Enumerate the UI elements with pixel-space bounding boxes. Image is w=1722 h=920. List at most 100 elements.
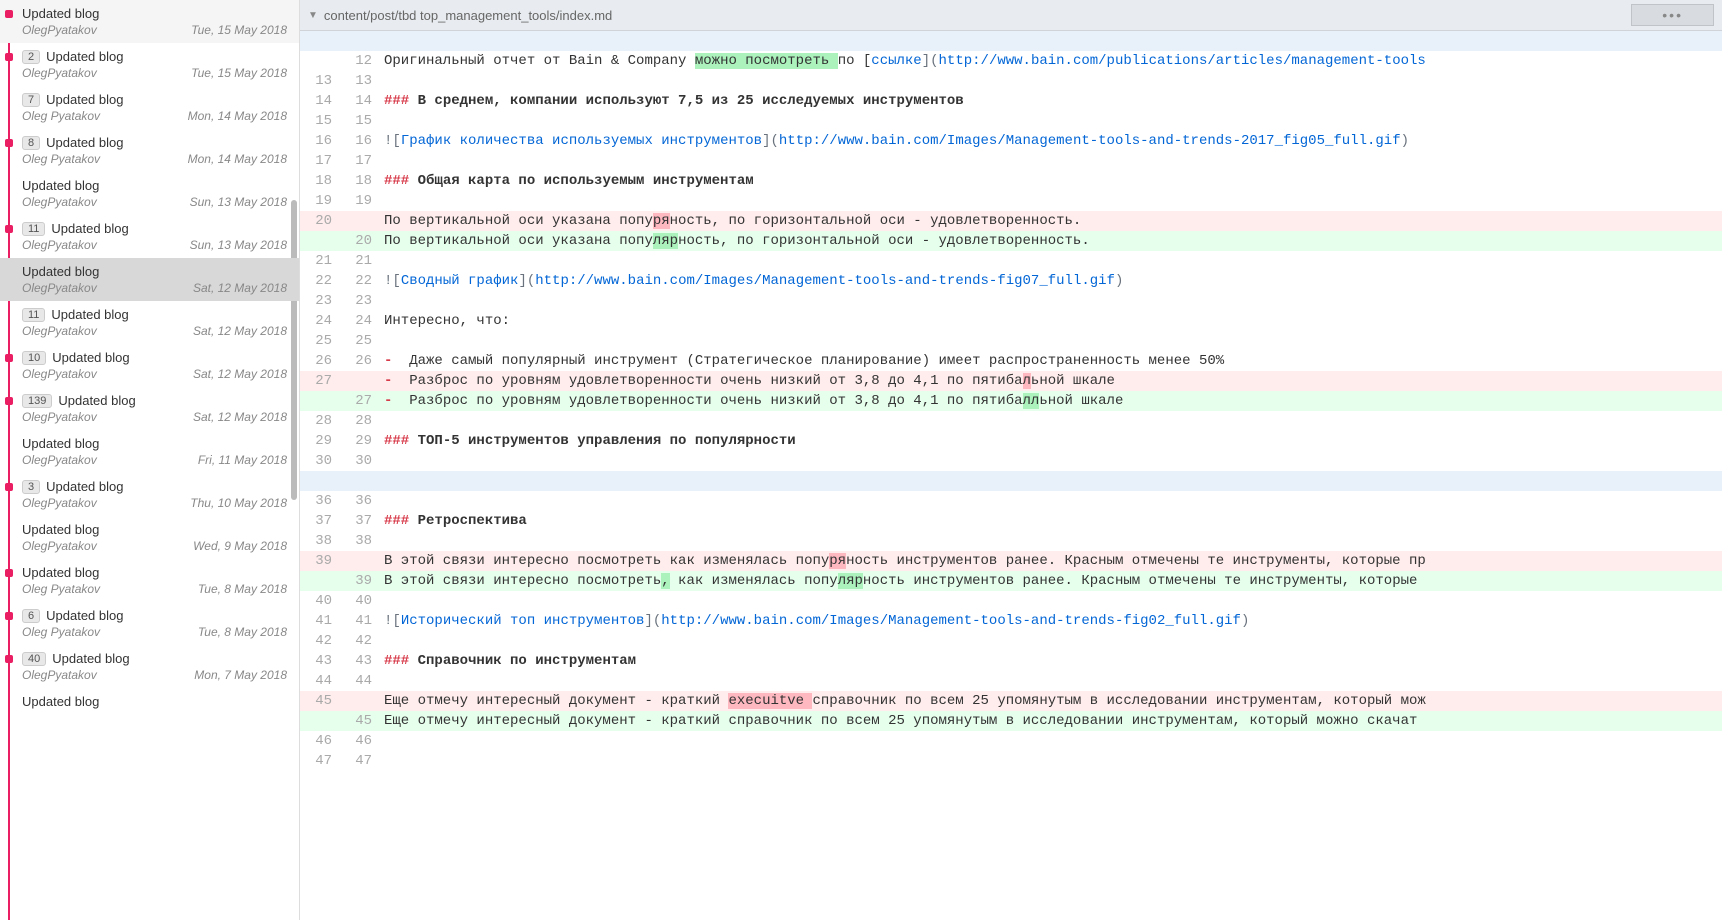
collapse-arrow-icon[interactable]: ▼ [308, 10, 318, 21]
line-number-new: 13 [340, 71, 380, 91]
app-root: Updated blogOlegPyatakovTue, 15 May 2018… [0, 0, 1722, 920]
line-number-new: 23 [340, 291, 380, 311]
diff-line: 20По вертикальной оси указана популярнос… [300, 231, 1722, 251]
commit-author: OlegPyatakov [22, 23, 97, 37]
commit-item[interactable]: 3Updated blogOlegPyatakovThu, 10 May 201… [0, 473, 299, 516]
diff-content [380, 111, 1722, 131]
line-number-new: 18 [340, 171, 380, 191]
commit-dot-icon [5, 354, 13, 362]
diff-line: 3030 [300, 451, 1722, 471]
commit-author: OlegPyatakov [22, 238, 97, 252]
commit-item[interactable]: Updated blog OlegPyatakovWed, 9 May 2018 [0, 516, 299, 559]
diff-line: 20По вертикальной оси указана попуряност… [300, 211, 1722, 231]
diff-line [300, 31, 1722, 51]
diff-content: ### В среднем, компании используют 7,5 и… [380, 91, 1722, 111]
line-number-old [300, 571, 340, 591]
commit-sidebar: Updated blogOlegPyatakovTue, 15 May 2018… [0, 0, 300, 920]
commit-meta: OlegPyatakovTue, 15 May 2018 [22, 66, 287, 80]
line-number-old: 21 [300, 251, 340, 271]
diff-line: 4040 [300, 591, 1722, 611]
diff-line: 2121 [300, 251, 1722, 271]
commit-item[interactable]: 10Updated blogOlegPyatakovSat, 12 May 20… [0, 344, 299, 387]
line-number-new: 47 [340, 751, 380, 771]
line-number-new: 30 [340, 451, 380, 471]
line-number-old: 16 [300, 131, 340, 151]
commit-item[interactable]: 11Updated blogOlegPyatakovSat, 12 May 20… [0, 301, 299, 344]
commit-item[interactable]: 6Updated blogOleg PyatakovTue, 8 May 201… [0, 602, 299, 645]
commit-title-row: 40Updated blog [22, 651, 287, 666]
commit-item[interactable]: 2Updated blogOlegPyatakovTue, 15 May 201… [0, 43, 299, 86]
commit-title: Updated blog [22, 178, 99, 193]
file-header[interactable]: ▼ content/post/tbd top_management_tools/… [300, 0, 1722, 31]
line-number-old: 22 [300, 271, 340, 291]
diff-content: Оригинальный отчет от Bain & Company мож… [380, 51, 1722, 71]
diff-content [380, 31, 1722, 51]
diff-content: ![Исторический топ инструментов](http://… [380, 611, 1722, 631]
commit-meta: OlegPyatakovSun, 13 May 2018 [22, 238, 287, 252]
diff-content [380, 731, 1722, 751]
diff-content: По вертикальной оси указана популярность… [380, 231, 1722, 251]
commit-item[interactable]: 139Updated blogOlegPyatakovSat, 12 May 2… [0, 387, 299, 430]
commit-item[interactable]: Updated blogOlegPyatakovTue, 15 May 2018 [0, 0, 299, 43]
commit-title-row: Updated blog [22, 264, 287, 279]
line-number-old: 26 [300, 351, 340, 371]
commit-title-row: Updated blog [22, 522, 287, 537]
commit-item[interactable]: 40Updated blogOlegPyatakovMon, 7 May 201… [0, 645, 299, 688]
line-number-old: 14 [300, 91, 340, 111]
diff-line: 2828 [300, 411, 1722, 431]
diff-content [380, 251, 1722, 271]
diff-line: 12Оригинальный отчет от Bain & Company м… [300, 51, 1722, 71]
commit-date: Thu, 10 May 2018 [190, 496, 287, 510]
diff-line: 4141![Исторический топ инструментов](htt… [300, 611, 1722, 631]
diff-line: 1919 [300, 191, 1722, 211]
commit-title: Updated blog [22, 694, 99, 709]
commit-item[interactable]: Updated blog OlegPyatakovSun, 13 May 2018 [0, 172, 299, 215]
commit-dot-icon [5, 483, 13, 491]
diff-content [380, 411, 1722, 431]
commit-item[interactable]: 11Updated blogOlegPyatakovSun, 13 May 20… [0, 215, 299, 258]
commit-item[interactable]: Updated blogOlegPyatakovSat, 12 May 2018 [0, 258, 299, 301]
commit-title: Updated blog [52, 350, 129, 365]
commit-meta: OlegPyatakovSat, 12 May 2018 [22, 324, 287, 338]
diff-content: ![График количества используемых инструм… [380, 131, 1722, 151]
commit-meta: Oleg PyatakovMon, 14 May 2018 [22, 109, 287, 123]
line-number-old: 41 [300, 611, 340, 631]
diff-area[interactable]: 12Оригинальный отчет от Bain & Company м… [300, 31, 1722, 920]
line-number-new: 46 [340, 731, 380, 751]
diff-content [380, 591, 1722, 611]
line-number-new: 24 [340, 311, 380, 331]
commit-title-row: Updated blog [22, 178, 287, 193]
commit-dot-icon [5, 225, 13, 233]
line-number-new [340, 371, 380, 391]
diff-line: 2424Интересно, что: [300, 311, 1722, 331]
commit-item[interactable]: Updated blogOleg PyatakovTue, 8 May 2018 [0, 559, 299, 602]
line-number-old: 39 [300, 551, 340, 571]
line-number-old: 47 [300, 751, 340, 771]
commit-title-row: Updated blog [22, 565, 287, 580]
diff-line: 4242 [300, 631, 1722, 651]
commit-meta: Oleg PyatakovTue, 8 May 2018 [22, 625, 287, 639]
commit-badge: 10 [22, 351, 46, 365]
commit-item[interactable]: 7Updated blogOleg PyatakovMon, 14 May 20… [0, 86, 299, 129]
line-number-old [300, 471, 340, 491]
diff-line: 27- Разброс по уровням удовлетворенности… [300, 391, 1722, 411]
commit-title-row: Updated blog [22, 6, 287, 21]
commit-item[interactable]: Updated blog [0, 688, 299, 717]
commit-meta: OlegPyatakovSun, 13 May 2018 [22, 195, 287, 209]
commit-meta: OlegPyatakovWed, 9 May 2018 [22, 539, 287, 553]
commit-badge: 2 [22, 50, 40, 64]
commit-title: Updated blog [58, 393, 135, 408]
commit-date: Tue, 15 May 2018 [191, 66, 287, 80]
diff-content [380, 751, 1722, 771]
diff-content [380, 451, 1722, 471]
line-number-old: 25 [300, 331, 340, 351]
line-number-new [340, 471, 380, 491]
line-number-old [300, 391, 340, 411]
diff-content [380, 151, 1722, 171]
commit-author: OlegPyatakov [22, 539, 97, 553]
file-menu-button[interactable]: ••• [1631, 4, 1714, 26]
commit-item[interactable]: 8Updated blogOleg PyatakovMon, 14 May 20… [0, 129, 299, 172]
commit-item[interactable]: Updated blogOlegPyatakovFri, 11 May 2018 [0, 430, 299, 473]
commit-title: Updated blog [52, 651, 129, 666]
diff-content [380, 531, 1722, 551]
